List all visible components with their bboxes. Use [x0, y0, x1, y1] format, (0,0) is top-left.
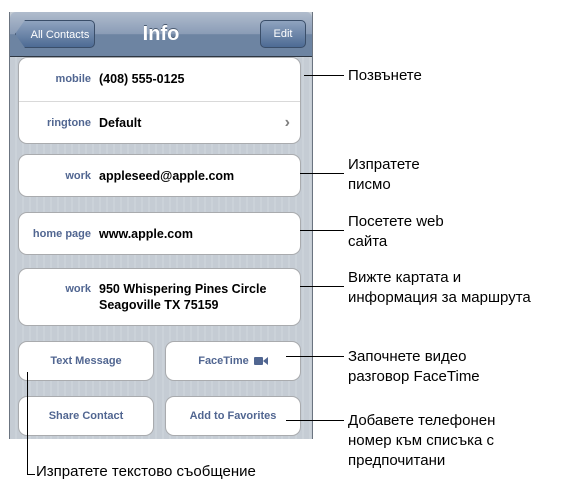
edit-button[interactable]: Edit [260, 20, 306, 48]
callout-email-line2: писмо [348, 176, 391, 193]
address-row[interactable]: work 950 Whispering Pines Circle Seagovi… [18, 268, 301, 326]
navigation-bar: All Contacts Info Edit [10, 12, 312, 57]
address-line2: Seagoville TX 75159 [99, 298, 219, 312]
callout-facetime-line1: Започнете видео [348, 348, 467, 365]
add-to-favorites-button[interactable]: Add to Favorites [165, 396, 301, 436]
share-contact-button[interactable]: Share Contact [18, 396, 154, 436]
video-camera-icon [253, 357, 268, 366]
homepage-value: www.apple.com [99, 227, 194, 241]
facetime-button[interactable]: FaceTime [165, 341, 301, 381]
phone-label: mobile [55, 73, 91, 85]
facetime-leader-line [286, 356, 344, 357]
homepage-label: home page [32, 228, 91, 240]
callout-facetime-line2: разговор FaceTime [348, 368, 480, 385]
callout-favorites-line1: Добавете телефонен [348, 412, 496, 429]
callout-text-message: Изпратете текстово съобщение [36, 463, 256, 480]
chevron-right-icon: › [284, 114, 290, 131]
callout-map-line1: Вижте картата и [348, 269, 462, 286]
callout-web-line2: сайта [348, 233, 388, 250]
callout-web-line1: Посетете web [348, 213, 444, 230]
callout-email-line1: Изпратете [348, 156, 420, 173]
facetime-label: FaceTime [198, 355, 249, 367]
favorites-leader-line [286, 420, 344, 421]
email-row[interactable]: work appleseed@apple.com [18, 154, 301, 197]
iphone-screen: All Contacts Info Edit mobile (408) 555-… [9, 12, 313, 439]
callout-call: Позвънете [348, 67, 422, 84]
email-leader-line [300, 173, 344, 174]
phone-value: (408) 555-0125 [99, 72, 185, 86]
email-value: appleseed@apple.com [99, 169, 235, 183]
callout-email: Изпратете писмо [348, 155, 420, 195]
homepage-row[interactable]: home page www.apple.com [18, 212, 301, 255]
ringtone-label: ringtone [47, 117, 91, 129]
text-message-button[interactable]: Text Message [18, 341, 154, 381]
address-line1: 950 Whispering Pines Circle [99, 282, 267, 296]
call-leader-line [304, 75, 344, 76]
callout-facetime: Започнете видео разговор FaceTime [348, 347, 480, 387]
address-label: work [65, 283, 91, 295]
email-label: work [65, 170, 91, 182]
callout-favorites-line2: номер към списъка с [348, 432, 494, 449]
callout-web: Посетете web сайта [348, 212, 444, 252]
web-leader-line [300, 230, 344, 231]
map-leader-line [300, 286, 344, 287]
sms-leader-vertical [27, 372, 28, 475]
ringtone-row[interactable]: ringtone Default › [19, 102, 300, 145]
phone-ringtone-group: mobile (408) 555-0125 ringtone Default › [18, 57, 301, 144]
phone-row[interactable]: mobile (408) 555-0125 [19, 58, 300, 102]
callout-map: Вижте картата и информация за маршрута [348, 268, 531, 308]
ringtone-value: Default [99, 116, 142, 130]
sms-leader-horizontal [27, 474, 35, 475]
callout-favorites-line3: предпочитани [348, 452, 446, 469]
callout-map-line2: информация за маршрута [348, 289, 531, 306]
callout-favorites: Добавете телефонен номер към списъка с п… [348, 411, 495, 471]
